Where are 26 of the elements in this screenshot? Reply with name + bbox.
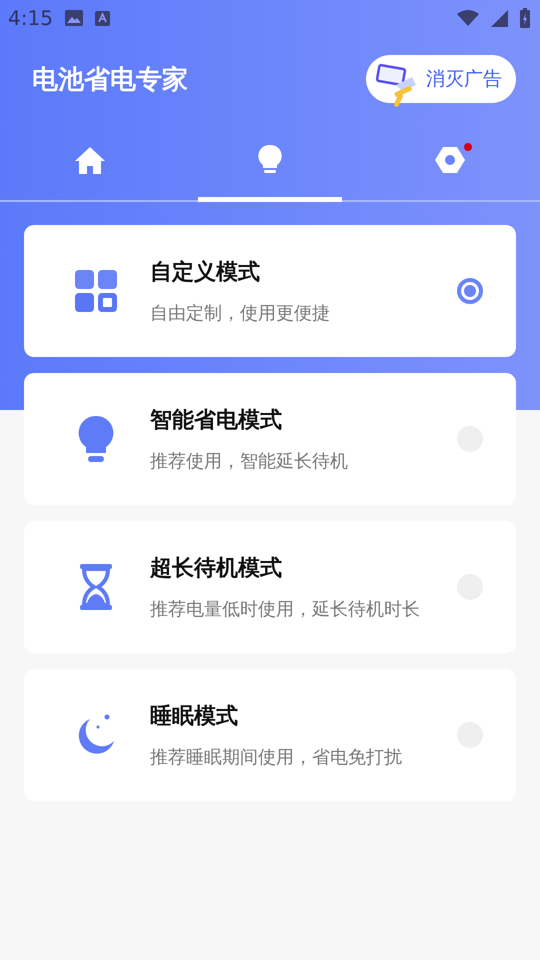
radio-button[interactable] (457, 278, 483, 304)
mode-title: 睡眠模式 (150, 703, 239, 731)
bulb-icon (258, 144, 282, 176)
font-icon (94, 10, 110, 26)
app-title: 电池省电专家 (32, 64, 188, 96)
grid-icon (75, 270, 117, 312)
settings-icon (434, 144, 466, 174)
wifi-icon (457, 10, 479, 26)
signal-icon (491, 10, 508, 26)
battery-icon (520, 8, 530, 28)
image-icon (64, 10, 83, 26)
mode-title: 智能省电模式 (150, 407, 283, 435)
mode-card[interactable]: 睡眠模式 推荐睡眠期间使用，省电免打扰 (24, 669, 516, 801)
mode-description: 推荐睡眠期间使用，省电免打扰 (150, 746, 403, 769)
mode-title: 自定义模式 (150, 258, 261, 287)
mode-description: 推荐使用，智能延长待机 (150, 450, 349, 473)
hourglass-icon (78, 563, 114, 611)
mode-card[interactable]: 自定义模式 自由定制，使用更便捷 (24, 225, 516, 357)
mode-description: 自由定制，使用更便捷 (150, 302, 331, 325)
mode-card[interactable]: 智能省电模式 推荐使用，智能延长待机 (24, 373, 516, 505)
mode-card[interactable]: 超长待机模式 推荐电量低时使用，延长待机时长 (24, 521, 516, 653)
bulb-icon (78, 415, 114, 463)
mode-description: 推荐电量低时使用，延长待机时长 (150, 598, 421, 621)
mode-title: 超长待机模式 (150, 555, 283, 583)
notification-dot (464, 143, 472, 151)
status-time: 4:15 (8, 6, 53, 30)
